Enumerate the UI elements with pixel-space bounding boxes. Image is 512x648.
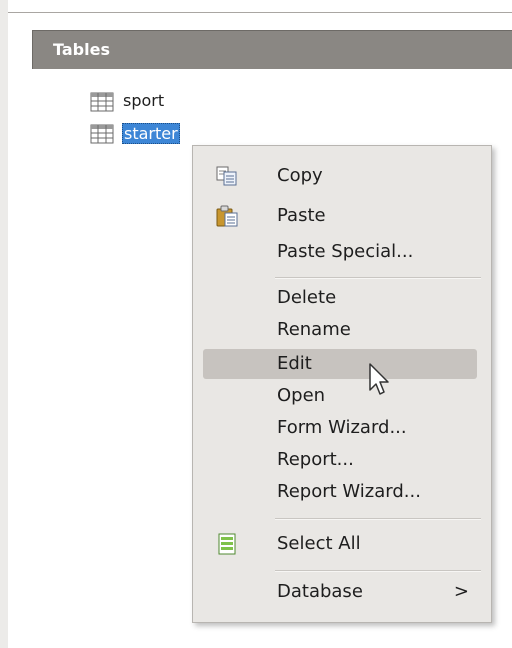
menu-separator xyxy=(275,570,481,572)
paste-icon xyxy=(216,205,238,227)
menu-item-rename[interactable]: Rename xyxy=(193,314,491,346)
table-icon xyxy=(90,92,114,112)
menu-item-report[interactable]: Report... xyxy=(193,444,491,476)
menu-item-paste[interactable]: Paste xyxy=(193,200,491,232)
chevron-right-icon: > xyxy=(453,581,469,602)
select-all-icon xyxy=(218,533,236,555)
table-item-label: sport xyxy=(123,91,165,110)
section-title: Tables xyxy=(53,40,110,59)
table-icon xyxy=(90,124,114,144)
menu-separator xyxy=(275,518,481,520)
context-menu: Copy Paste Paste Special... Delete Renam… xyxy=(192,145,492,623)
table-item-label: starter xyxy=(122,123,180,144)
menu-item-paste-special[interactable]: Paste Special... xyxy=(193,236,491,268)
menu-item-database[interactable]: Database > xyxy=(193,576,491,608)
menu-separator xyxy=(275,277,481,279)
panel-top-edge xyxy=(8,0,512,13)
tables-section-header: Tables xyxy=(32,30,512,69)
menu-highlight xyxy=(203,349,477,379)
menu-item-report-wizard[interactable]: Report Wizard... xyxy=(193,476,491,508)
menu-item-edit[interactable]: Edit xyxy=(193,348,491,380)
menu-item-open[interactable]: Open xyxy=(193,380,491,412)
menu-item-select-all[interactable]: Select All xyxy=(193,528,491,560)
mouse-cursor-icon xyxy=(369,363,389,395)
copy-icon xyxy=(216,166,237,186)
menu-item-delete[interactable]: Delete xyxy=(193,282,491,314)
menu-item-copy[interactable]: Copy xyxy=(193,160,491,192)
menu-item-form-wizard[interactable]: Form Wizard... xyxy=(193,412,491,444)
